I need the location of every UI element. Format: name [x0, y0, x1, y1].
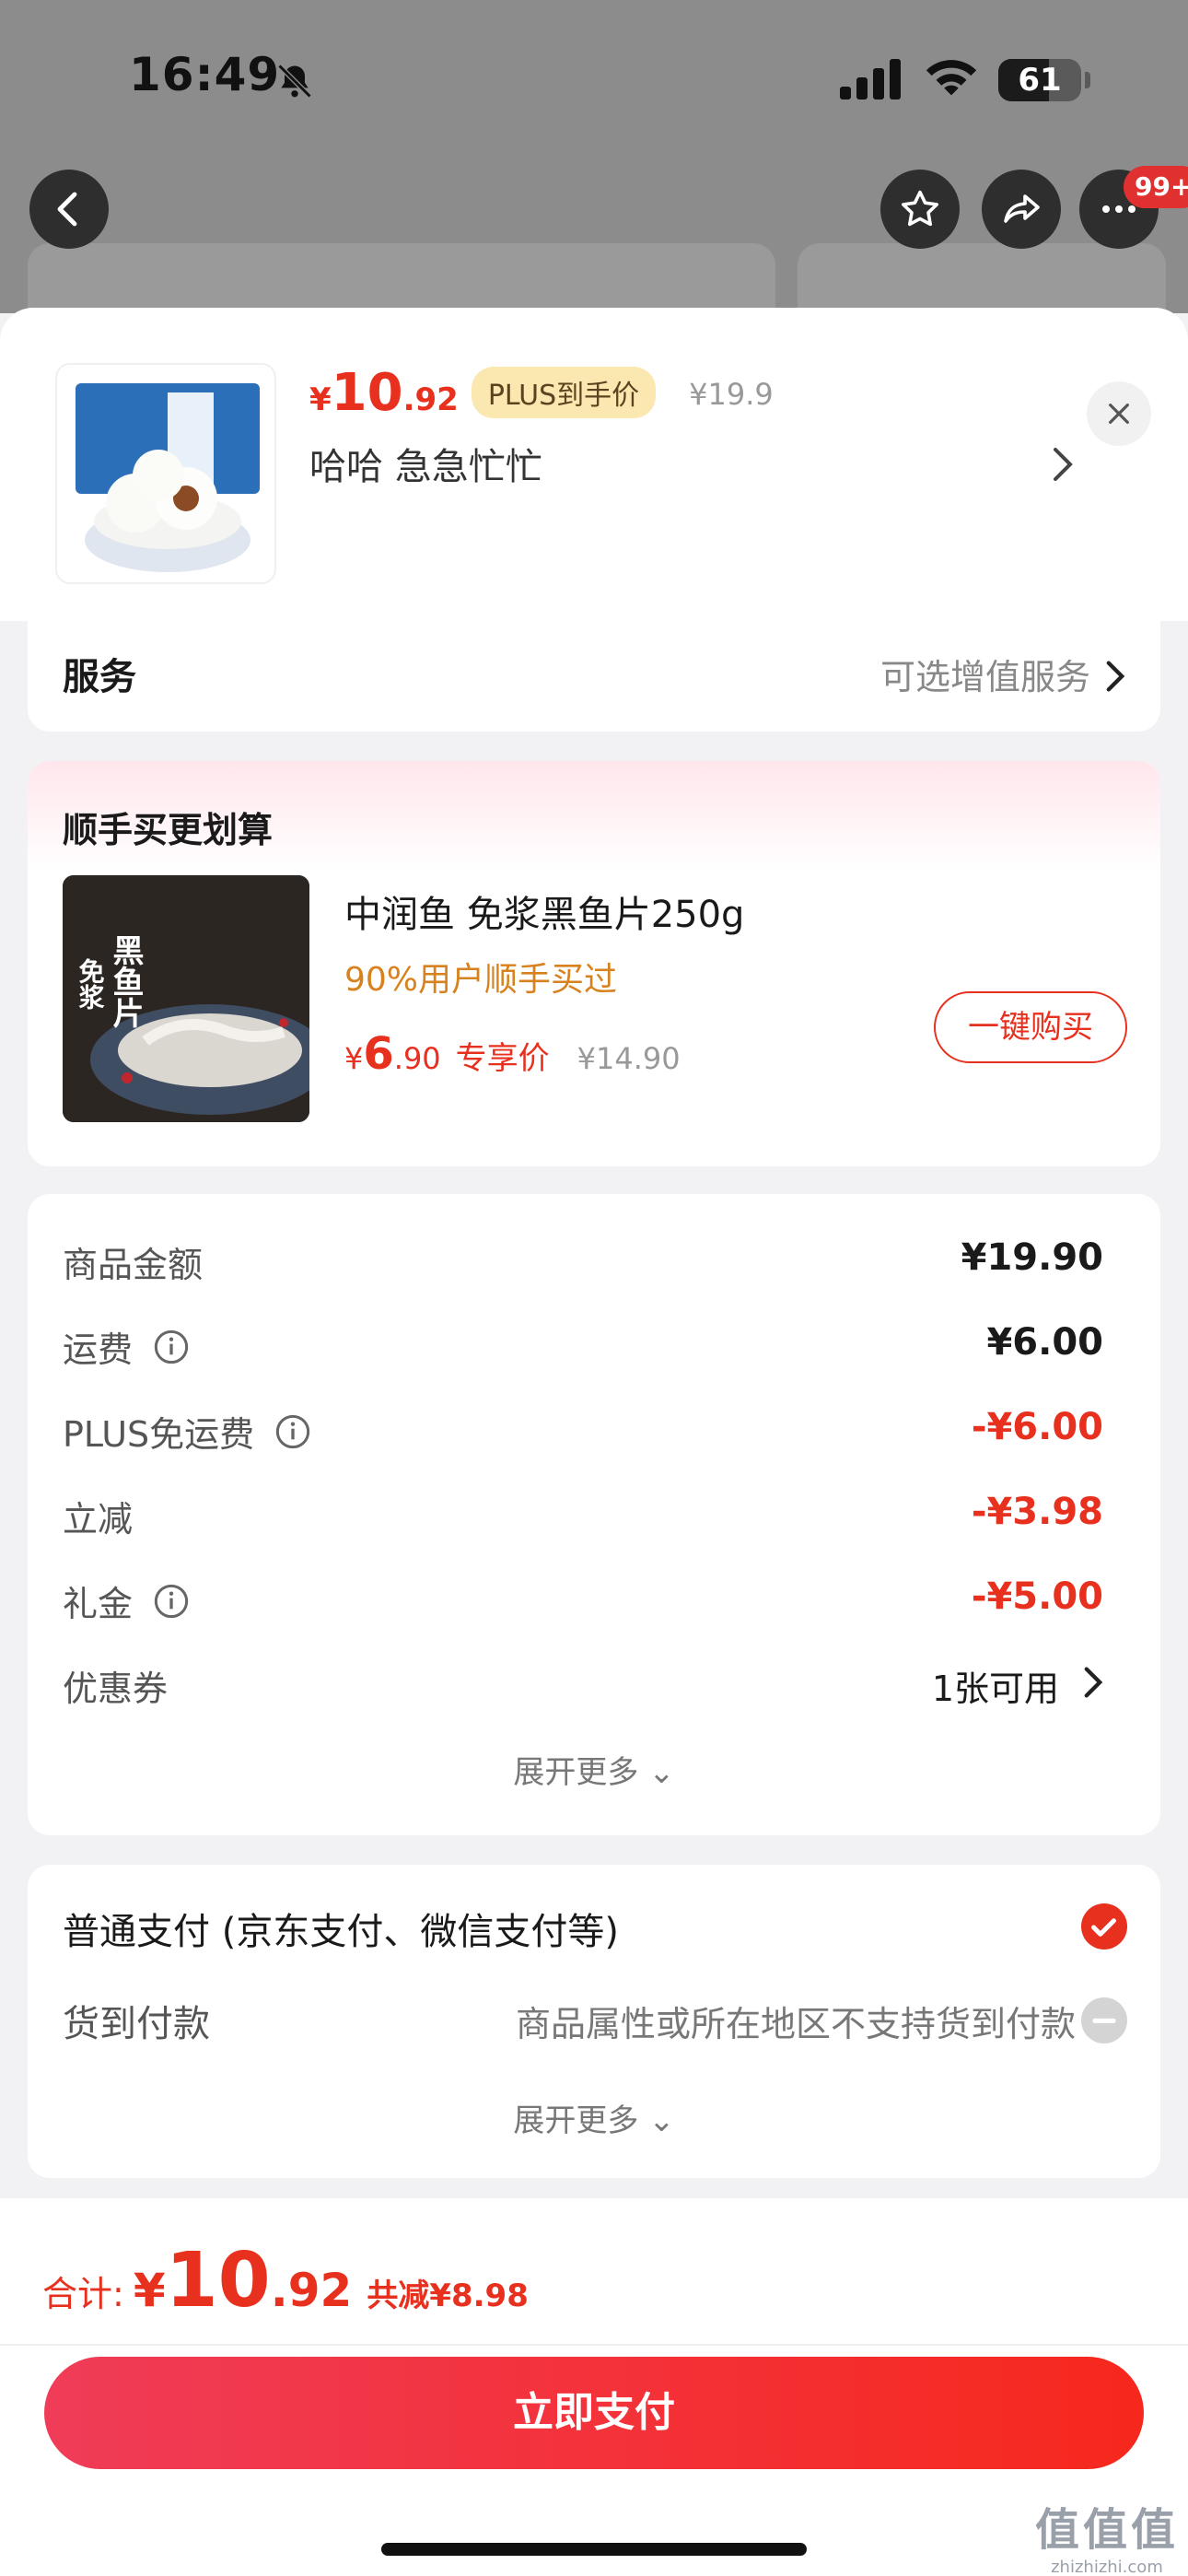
bundle-product-name[interactable]: 中润鱼 免浆黑鱼片250g [344, 884, 744, 938]
bundle-card: 顺手买更划算 黑鱼片 免浆 中润鱼 免浆黑鱼片250g 90%用户顺手买过 ¥ … [28, 761, 1160, 1166]
disabled-circle-icon [1081, 1997, 1127, 2043]
favorite-button[interactable] [880, 170, 960, 249]
summary-value: -¥5.00 [971, 1575, 1103, 1618]
share-button[interactable] [982, 170, 1061, 249]
battery-indicator: 61 [998, 59, 1081, 101]
watermark-logo: 值值值 zhizhizhi.com [1035, 2493, 1179, 2576]
service-title: 服务 [63, 656, 136, 698]
summary-value: ¥6.00 [986, 1321, 1103, 1364]
bundle-original-price: ¥14.90 [577, 1041, 681, 1076]
total-savings: 共减¥8.98 [367, 2277, 529, 2314]
bundle-product-image[interactable]: 黑鱼片 免浆 [63, 875, 309, 1122]
summary-label: 礼金 [63, 1584, 134, 1624]
summary-value: -¥6.00 [971, 1406, 1103, 1448]
summary-expand-more[interactable]: 展开更多 ⌄ [28, 1747, 1160, 1792]
chevron-left-icon [57, 192, 77, 227]
notification-badge: 99+ [1124, 166, 1188, 208]
payment-method-card: 普通支付 (京东支付、微信支付等) 货到付款 商品属性或所在地区不支持货到付款 … [28, 1865, 1160, 2178]
payment-expand-more[interactable]: 展开更多 ⌄ [28, 2095, 1160, 2140]
product-spec[interactable]: 哈哈 急急忙忙 [309, 437, 542, 490]
share-icon [1004, 194, 1040, 223]
total-line: 合计: ¥ 10 .92 共减¥8.98 [42, 2237, 529, 2324]
summary-row-coupon[interactable]: 优惠券 1张可用 [63, 1655, 1103, 1710]
bundle-price-integer: 6 [363, 1028, 394, 1080]
status-time: 16:49 [129, 48, 281, 101]
pay-now-button[interactable]: 立即支付 [44, 2357, 1144, 2469]
total-integer: 10 [165, 2237, 271, 2324]
price-decimal: .92 [402, 381, 459, 418]
summary-value: ¥19.90 [961, 1236, 1103, 1279]
total-symbol: ¥ [133, 2264, 166, 2317]
product-image[interactable] [55, 363, 276, 584]
summary-row-instant-discount: 立减 -¥3.98 [63, 1485, 1103, 1540]
coupon-available: 1张可用 [931, 1669, 1059, 1709]
price-summary-card: 商品金额 ¥19.90 运费 ¥6.00 PLUS免运费 -¥6.00 立减 -… [28, 1194, 1160, 1835]
summary-row-plus-shipping: PLUS免运费 -¥6.00 [63, 1400, 1103, 1456]
info-icon[interactable] [153, 1329, 190, 1365]
payment-option-normal[interactable]: 普通支付 (京东支付、微信支付等) [63, 1902, 619, 1955]
svg-text:免浆: 免浆 [76, 958, 106, 1010]
bundle-price: ¥ 6 .90 专享价 ¥14.90 [344, 1028, 681, 1080]
summary-label-wrap: 运费 [63, 1321, 190, 1372]
product-price-line: ¥ 10 .92 PLUS到手价 ¥19.9 [309, 363, 774, 424]
summary-row-gift-money: 礼金 -¥5.00 [63, 1570, 1103, 1625]
battery-tip [1085, 72, 1090, 88]
summary-row-subtotal: 商品金额 ¥19.90 [63, 1231, 1103, 1286]
summary-label: 立减 [63, 1499, 134, 1540]
info-icon[interactable] [274, 1413, 311, 1450]
fish-slice-image: 黑鱼片 免浆 [63, 875, 309, 1122]
bell-muted-icon [277, 64, 312, 99]
price-symbol: ¥ [309, 381, 332, 418]
checkout-bottom-bar: 合计: ¥ 10 .92 共减¥8.98 立即支付 值值值 zhizhizhi.… [0, 2198, 1188, 2576]
bundle-price-label: 专享价 [455, 1040, 550, 1077]
chevron-right-icon [1084, 1667, 1103, 1698]
check-circle-icon[interactable] [1081, 1903, 1127, 1950]
summary-label-wrap: 礼金 [63, 1575, 190, 1626]
summary-row-shipping: 运费 ¥6.00 [63, 1316, 1103, 1371]
chevron-right-icon [1106, 661, 1125, 692]
svg-text:黑鱼片: 黑鱼片 [107, 934, 144, 1029]
watermark-text: 值值值 [1034, 2504, 1179, 2556]
status-bar: 16:49 61 [0, 0, 1188, 157]
price-integer: 10 [331, 363, 403, 423]
wifi-icon [926, 60, 977, 96]
bundle-purchase-hint: 90%用户顺手买过 [344, 961, 618, 999]
home-indicator[interactable] [381, 2543, 807, 2556]
total-label: 合计: [42, 2274, 124, 2314]
cod-unavailable-note: 商品属性或所在地区不支持货到付款 [515, 2004, 1076, 2044]
fish-ball-image [76, 383, 260, 572]
summary-value: -¥3.98 [971, 1491, 1103, 1533]
bundle-title: 顺手买更划算 [63, 810, 274, 850]
summary-label-wrap: PLUS免运费 [63, 1406, 311, 1457]
summary-label: 商品金额 [63, 1245, 204, 1285]
total-decimal: .92 [270, 2264, 353, 2317]
close-button[interactable] [1087, 381, 1151, 446]
summary-label: 优惠券 [63, 1669, 169, 1709]
chevron-right-icon[interactable] [1052, 446, 1074, 483]
bundle-price-decimal: .90 [393, 1041, 441, 1076]
summary-label: PLUS免运费 [63, 1414, 255, 1455]
close-icon [1109, 404, 1129, 424]
battery-percent: 61 [1018, 62, 1062, 99]
bundle-price-symbol: ¥ [344, 1041, 364, 1076]
watermark-url: zhizhizhi.com [1051, 2558, 1163, 2576]
summary-label: 运费 [63, 1329, 134, 1370]
original-price: ¥19.9 [689, 377, 774, 412]
plus-price-tag: PLUS到手价 [471, 367, 657, 418]
product-header: ¥ 10 .92 PLUS到手价 ¥19.9 [0, 308, 1188, 621]
star-icon [902, 190, 938, 227]
service-value: 可选增值服务 [879, 657, 1090, 697]
divider [0, 2344, 1188, 2346]
payment-option-cod: 货到付款 [63, 2003, 210, 2045]
signal-icon [840, 59, 901, 100]
info-icon[interactable] [153, 1583, 190, 1620]
one-click-buy-button[interactable]: 一键购买 [934, 991, 1127, 1063]
back-button[interactable] [29, 170, 109, 249]
service-row[interactable]: 服务 可选增值服务 [28, 621, 1160, 732]
